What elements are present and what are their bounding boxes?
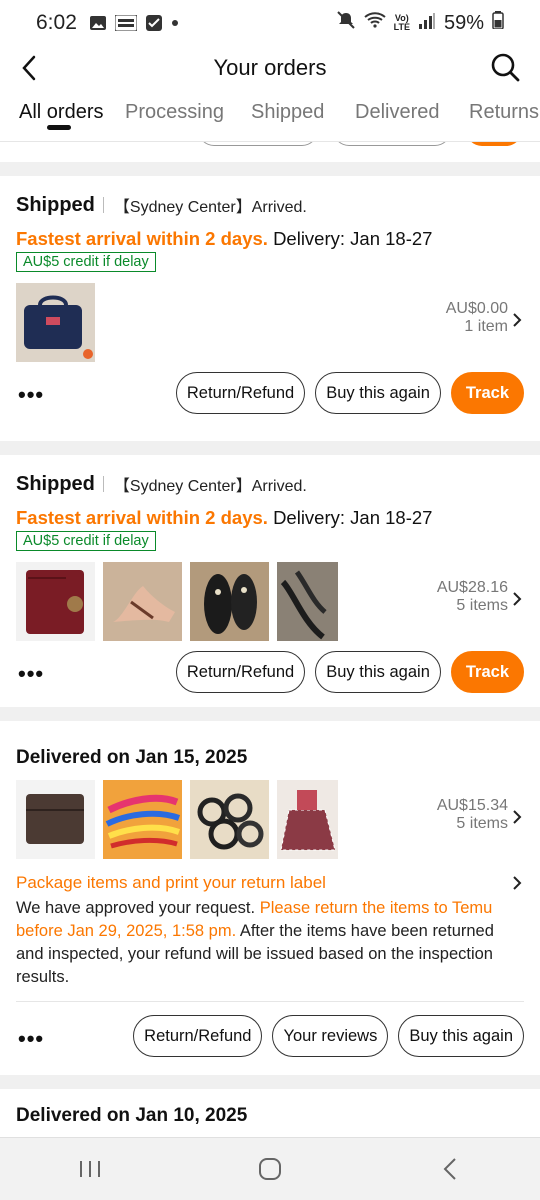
- your-reviews-button[interactable]: Your reviews: [272, 1015, 389, 1057]
- temu-notification-icon: [114, 15, 137, 31]
- order-card[interactable]: Delivered on Jan 10, 2025: [0, 1089, 540, 1137]
- mute-icon: [336, 10, 356, 36]
- recent-apps-button[interactable]: [60, 1149, 120, 1189]
- status-time: 6:02: [36, 11, 77, 34]
- tab-shipped[interactable]: Shipped: [251, 101, 324, 124]
- volte-icon: Vo) LTE: [393, 13, 410, 32]
- back-arrow-icon: [22, 55, 36, 81]
- order-card[interactable]: Shipped 【Sydney Center】Arrived. Fastest …: [0, 176, 540, 441]
- product-thumbnail[interactable]: [190, 561, 269, 641]
- more-options-button[interactable]: •••: [18, 661, 44, 687]
- more-options-button[interactable]: •••: [18, 1026, 44, 1052]
- tab-delivered[interactable]: Delivered: [355, 101, 439, 124]
- return-refund-button[interactable]: Return/Refund: [133, 1015, 263, 1057]
- battery-level: 59%: [443, 11, 484, 34]
- order-status: Delivered on Jan 15, 2025: [16, 747, 248, 768]
- order-price-summary[interactable]: AU$28.16 5 items: [436, 579, 522, 615]
- order-price-summary[interactable]: AU$0.00 1 item: [445, 300, 522, 336]
- search-button[interactable]: [488, 50, 522, 84]
- tracking-update: 【Sydney Center】Arrived.: [113, 478, 307, 495]
- previous-order-remnant: [0, 142, 540, 162]
- order-total: AU$28.16: [436, 579, 508, 596]
- item-count: 5 items: [456, 815, 508, 832]
- checkbox-notification-icon: [145, 14, 163, 32]
- home-icon: [259, 1158, 281, 1180]
- partial-track-button[interactable]: [466, 142, 522, 146]
- status-bar: 6:02 Vo) LTE 59%: [0, 0, 540, 46]
- return-label-link[interactable]: Package items and print your return labe…: [16, 873, 524, 893]
- system-back-button[interactable]: [420, 1149, 480, 1189]
- chevron-right-icon: [513, 810, 522, 824]
- buy-again-button[interactable]: Buy this again: [315, 372, 441, 414]
- page-title: Your orders: [213, 55, 327, 80]
- divider: [102, 197, 104, 213]
- gallery-icon: [89, 14, 107, 32]
- delivery-window: Delivery: Jan 18-27: [273, 228, 433, 249]
- search-icon: [491, 53, 520, 82]
- chevron-right-icon: [513, 592, 522, 606]
- delivery-window: Delivery: Jan 18-27: [273, 507, 433, 528]
- return-refund-button[interactable]: Return/Refund: [175, 372, 306, 414]
- home-button[interactable]: [240, 1149, 300, 1189]
- product-thumbnail[interactable]: [16, 561, 95, 641]
- buy-again-button[interactable]: Buy this again: [398, 1015, 524, 1057]
- tab-returns[interactable]: Returns: [469, 101, 539, 124]
- top-app-bar: Your orders: [0, 46, 540, 90]
- product-thumbnail[interactable]: [277, 779, 338, 859]
- product-thumbnail[interactable]: [190, 779, 269, 859]
- order-items[interactable]: AU$15.34 5 items: [16, 779, 524, 859]
- tracking-update: 【Sydney Center】Arrived.: [113, 199, 307, 216]
- wifi-icon: [363, 11, 386, 35]
- fastest-arrival: Fastest arrival within 2 days.: [16, 228, 268, 249]
- battery-icon: [492, 11, 504, 35]
- track-button[interactable]: Track: [450, 651, 524, 693]
- chevron-right-icon: [513, 876, 522, 890]
- dot-icon: [171, 19, 179, 27]
- track-button[interactable]: Track: [450, 372, 524, 414]
- order-status: Shipped: [16, 472, 95, 495]
- back-button[interactable]: [14, 52, 44, 84]
- recent-apps-icon: [80, 1161, 100, 1177]
- system-navigation-bar: [0, 1137, 540, 1200]
- order-total: AU$15.34: [436, 797, 508, 814]
- order-price-summary[interactable]: AU$15.34 5 items: [436, 797, 522, 833]
- delay-credit-badge: AU$5 credit if delay: [16, 252, 156, 272]
- delivery-info: Fastest arrival within 2 days. Delivery:…: [16, 228, 524, 250]
- item-count: 5 items: [456, 597, 508, 614]
- delay-credit-badge: AU$5 credit if delay: [16, 531, 156, 551]
- chevron-right-icon: [513, 313, 522, 327]
- order-total: AU$0.00: [445, 300, 508, 317]
- product-thumbnail[interactable]: [103, 561, 182, 641]
- product-thumbnail[interactable]: [277, 561, 338, 641]
- buy-again-button[interactable]: Buy this again: [315, 651, 441, 693]
- order-card[interactable]: Shipped 【Sydney Center】Arrived. Fastest …: [0, 455, 540, 707]
- order-items[interactable]: AU$28.16 5 items: [16, 561, 524, 641]
- signal-icon: [418, 12, 436, 35]
- partial-button[interactable]: [198, 142, 318, 146]
- product-thumbnail[interactable]: [103, 779, 182, 859]
- active-tab-indicator: [47, 125, 71, 130]
- product-thumbnail[interactable]: [16, 779, 95, 859]
- product-thumbnail[interactable]: [16, 282, 95, 362]
- tab-processing[interactable]: Processing: [125, 101, 224, 124]
- partial-button[interactable]: [333, 142, 451, 146]
- order-items[interactable]: AU$0.00 1 item: [16, 282, 524, 362]
- tab-all-orders[interactable]: All orders: [19, 101, 103, 124]
- back-icon: [443, 1158, 456, 1180]
- more-options-button[interactable]: •••: [18, 382, 44, 408]
- order-status: Delivered on Jan 10, 2025: [16, 1105, 248, 1126]
- order-status: Shipped: [16, 193, 95, 216]
- fastest-arrival: Fastest arrival within 2 days.: [16, 507, 268, 528]
- item-count: 1 item: [464, 318, 508, 335]
- return-label-title: Package items and print your return labe…: [16, 873, 326, 892]
- delivery-info: Fastest arrival within 2 days. Delivery:…: [16, 507, 524, 529]
- return-refund-button[interactable]: Return/Refund: [175, 651, 306, 693]
- order-card[interactable]: Delivered on Jan 15, 2025 AU$15.34 5 ite…: [0, 721, 540, 1075]
- orders-list[interactable]: Shipped 【Sydney Center】Arrived. Fastest …: [0, 142, 540, 1137]
- return-instructions: We have approved your request. Please re…: [16, 899, 494, 986]
- order-tabs: All orders Processing Shipped Delivered …: [0, 90, 540, 142]
- divider: [102, 476, 104, 492]
